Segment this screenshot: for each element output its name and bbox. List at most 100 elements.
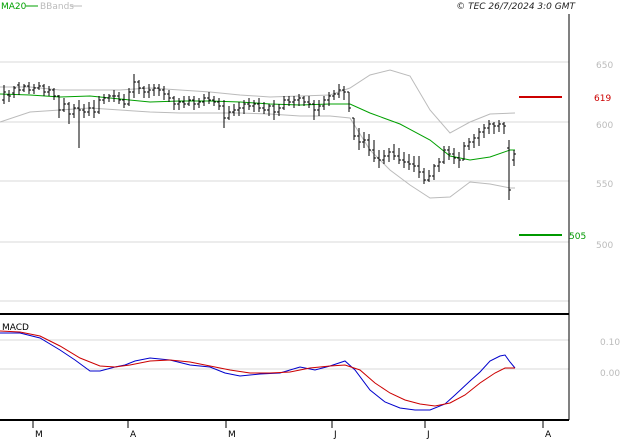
chart-header: MA20 BBands © TEC 26/7/2024 3:0 GMT <box>1 2 577 12</box>
ohlc-bar <box>247 98 251 110</box>
ohlc-bar <box>222 100 226 128</box>
ohlc-bar <box>177 98 181 110</box>
ohlc-bar <box>437 158 441 172</box>
ohlc-bar <box>307 96 311 108</box>
ohlc-bar <box>452 148 456 164</box>
x-axis: MAMJJA <box>0 419 569 440</box>
y-tick-label: 550 <box>596 180 613 190</box>
y-tick-label: 650 <box>596 61 613 71</box>
ohlc-bar <box>347 91 351 112</box>
bollinger-upper-line <box>0 69 516 134</box>
ohlc-bar <box>87 102 91 116</box>
ohlc-bar <box>397 148 401 164</box>
ohlc-bar <box>482 124 486 138</box>
y-tick-label: 600 <box>596 121 613 131</box>
ohlc-bar <box>217 98 221 110</box>
price-panel: 650 600 550 500 619 505 <box>0 61 613 302</box>
ohlc-bar <box>167 90 171 102</box>
ohlc-bar <box>312 100 316 120</box>
ohlc-bar <box>77 100 81 148</box>
ohlc-bar <box>492 122 496 134</box>
ohlc-bar <box>162 86 166 100</box>
copyright-text: © TEC 26/7/2024 3:0 GMT <box>456 2 576 12</box>
macd-tick-label: 0.00 <box>600 369 620 379</box>
ohlc-bar <box>377 150 381 168</box>
ohlc-bar <box>202 94 206 106</box>
ohlc-bar <box>7 90 11 102</box>
ohlc-bar <box>47 86 51 96</box>
ohlc-bar <box>292 96 296 108</box>
ohlc-bar <box>467 138 471 150</box>
ohlc-bar <box>422 168 426 184</box>
x-tick-label: J <box>333 430 337 440</box>
ohlc-bar <box>442 146 446 164</box>
ohlc-bar <box>172 96 176 110</box>
macd-panel: MACD 0.10 0.00 <box>0 323 620 411</box>
ohlc-bar <box>412 156 416 172</box>
ohlc-bar <box>342 86 346 100</box>
ohlc-bar <box>447 146 451 160</box>
ohlc-bar <box>387 148 391 162</box>
ohlc-bar <box>102 94 106 104</box>
ohlc-bar <box>257 98 261 112</box>
ohlc-bar <box>182 96 186 108</box>
ohlc-bar <box>252 100 256 112</box>
ohlc-bar <box>127 88 131 106</box>
bbands-legend-label: BBands <box>40 2 74 12</box>
ohlc-bar <box>197 98 201 108</box>
ohlc-bar <box>37 82 41 90</box>
ohlc-bar <box>282 96 286 110</box>
ohlc-bar <box>432 164 436 180</box>
x-tick-label: M <box>228 430 236 440</box>
ohlc-bar <box>237 102 241 116</box>
ohlc-bar <box>142 86 146 98</box>
ohlc-bar <box>132 74 136 98</box>
ohlc-bar <box>372 140 376 162</box>
ohlc-bar <box>137 80 141 94</box>
ohlc-bar <box>507 140 511 200</box>
ohlc-bar <box>472 134 476 148</box>
ohlc-bar <box>402 152 406 168</box>
ohlc-bar <box>512 150 516 166</box>
ohlc-bar <box>322 96 326 110</box>
support-label: 505 <box>569 232 586 242</box>
x-tick-label: A <box>130 430 137 440</box>
macd-line <box>0 332 516 411</box>
x-tick-label: M <box>35 430 43 440</box>
ohlc-bar <box>32 84 36 94</box>
ohlc-bar <box>477 128 481 146</box>
ohlc-bar <box>117 92 121 104</box>
ohlc-bar <box>82 104 86 118</box>
macd-tick-label: 0.10 <box>600 338 620 348</box>
x-tick-label: J <box>426 430 430 440</box>
ohlc-bar <box>147 84 151 98</box>
ohlc-bar <box>362 132 366 148</box>
ohlc-bar <box>72 104 76 118</box>
ohlc-bar <box>122 94 126 108</box>
resistance-label: 619 <box>594 94 611 104</box>
ohlc-bar <box>57 95 61 118</box>
ohlc-bar <box>192 96 196 110</box>
ohlc-bar <box>27 82 31 94</box>
ohlc-bar <box>357 128 361 150</box>
ohlc-bar <box>92 100 96 118</box>
ohlc-bar <box>457 152 461 168</box>
ohlc-bar <box>97 96 101 114</box>
stock-chart: MA20 BBands © TEC 26/7/2024 3:0 GMT 650 … <box>0 2 620 440</box>
ohlc-bar <box>17 82 21 95</box>
ohlc-bar <box>407 154 411 170</box>
ohlc-bar <box>67 102 71 124</box>
ohlc-bar <box>332 90 336 100</box>
ohlc-bar <box>462 142 466 161</box>
x-tick-label: A <box>545 430 552 440</box>
ohlc-bar <box>152 84 156 96</box>
ohlc-bar <box>207 92 211 104</box>
ohlc-bar <box>417 156 421 178</box>
ohlc-bar <box>367 134 371 156</box>
ohlc-bar <box>157 84 161 96</box>
ohlc-bar <box>502 122 506 134</box>
ma20-legend-label: MA20 <box>1 2 27 12</box>
ohlc-bar <box>112 90 116 102</box>
ohlc-bar <box>232 104 236 116</box>
ohlc-bar <box>392 144 396 160</box>
